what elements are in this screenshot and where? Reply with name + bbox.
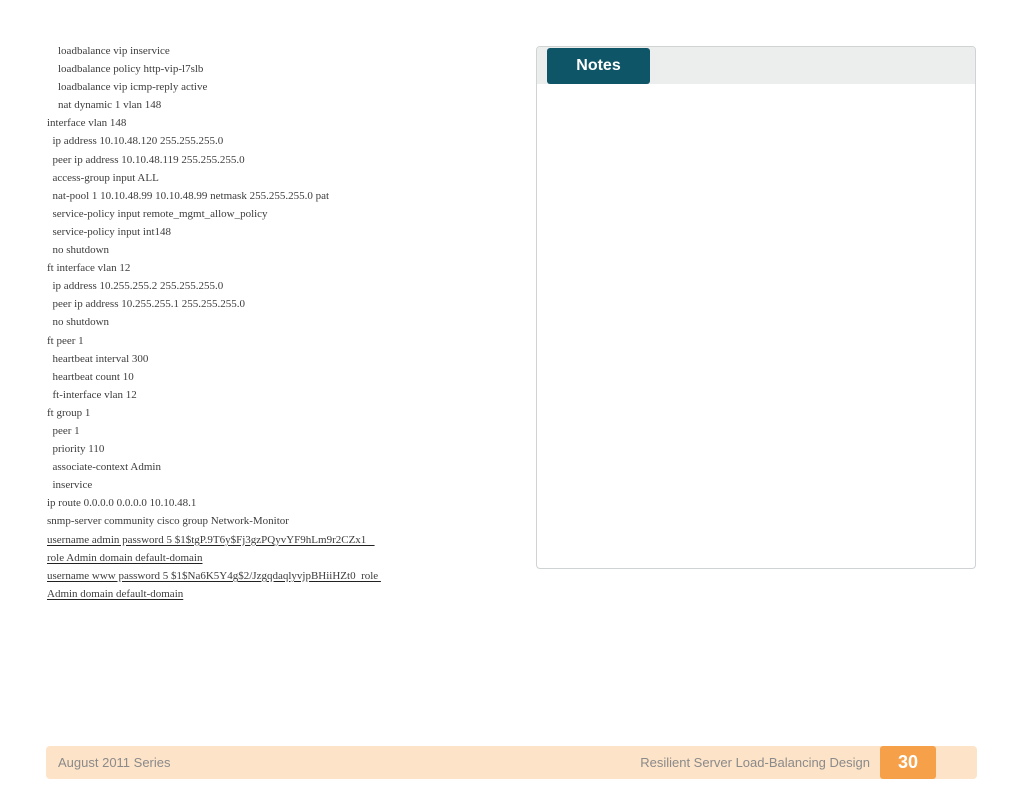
code-line: Admin domain default-domain [47, 587, 184, 600]
footer-series: August 2011 Series [58, 755, 171, 770]
code-line: snmp-server community cisco group Networ… [47, 515, 289, 528]
page-footer: August 2011 Series Resilient Server Load… [46, 746, 977, 779]
code-line: service-policy input remote_mgmt_allow_p… [47, 207, 268, 220]
config-listing: loadbalance vip inservice loadbalance po… [47, 42, 507, 603]
code-line: peer 1 [47, 424, 80, 437]
code-line: username www password 5 $1$Na6K5Y4g$2/Jz… [47, 569, 381, 582]
code-line: ip address 10.255.255.2 255.255.255.0 [47, 280, 224, 293]
code-line: loadbalance vip inservice [47, 45, 170, 57]
code-line: ft interface vlan 12 [47, 262, 131, 275]
code-line: ip route 0.0.0.0 0.0.0.0 10.10.48.1 [47, 497, 197, 510]
code-line: no shutdown [47, 316, 110, 329]
code-line: no shutdown [47, 244, 110, 257]
code-line: role Admin domain default-domain [47, 551, 203, 564]
page-number: 30 [880, 746, 936, 779]
code-line: loadbalance policy http-vip-l7slb [47, 63, 204, 76]
code-line: access-group input ALL [47, 171, 159, 184]
code-line: ip address 10.10.48.120 255.255.255.0 [47, 135, 224, 148]
code-line: ft-interface vlan 12 [47, 388, 137, 401]
code-line: peer ip address 10.10.48.119 255.255.255… [47, 153, 245, 166]
footer-document-title: Resilient Server Load-Balancing Design [640, 755, 870, 770]
notes-title: Notes [547, 48, 650, 84]
code-line: interface vlan 148 [47, 117, 127, 130]
code-line: service-policy input int148 [47, 225, 172, 238]
code-line: associate-context Admin [47, 461, 161, 474]
code-line: heartbeat interval 300 [47, 352, 149, 365]
code-line: nat-pool 1 10.10.48.99 10.10.48.99 netma… [47, 189, 330, 202]
code-line: priority 110 [47, 443, 105, 456]
notes-panel: Notes [536, 46, 976, 569]
code-line: nat dynamic 1 vlan 148 [47, 99, 162, 112]
code-line: ft group 1 [47, 406, 91, 419]
code-line: username admin password 5 $1$tgP.9T6y$Fj… [47, 533, 375, 546]
code-line: loadbalance vip icmp-reply active [47, 81, 208, 94]
code-line: heartbeat count 10 [47, 370, 134, 383]
code-line: ft peer 1 [47, 334, 84, 347]
code-line: peer ip address 10.255.255.1 255.255.255… [47, 298, 245, 311]
code-line: inservice [47, 479, 93, 492]
